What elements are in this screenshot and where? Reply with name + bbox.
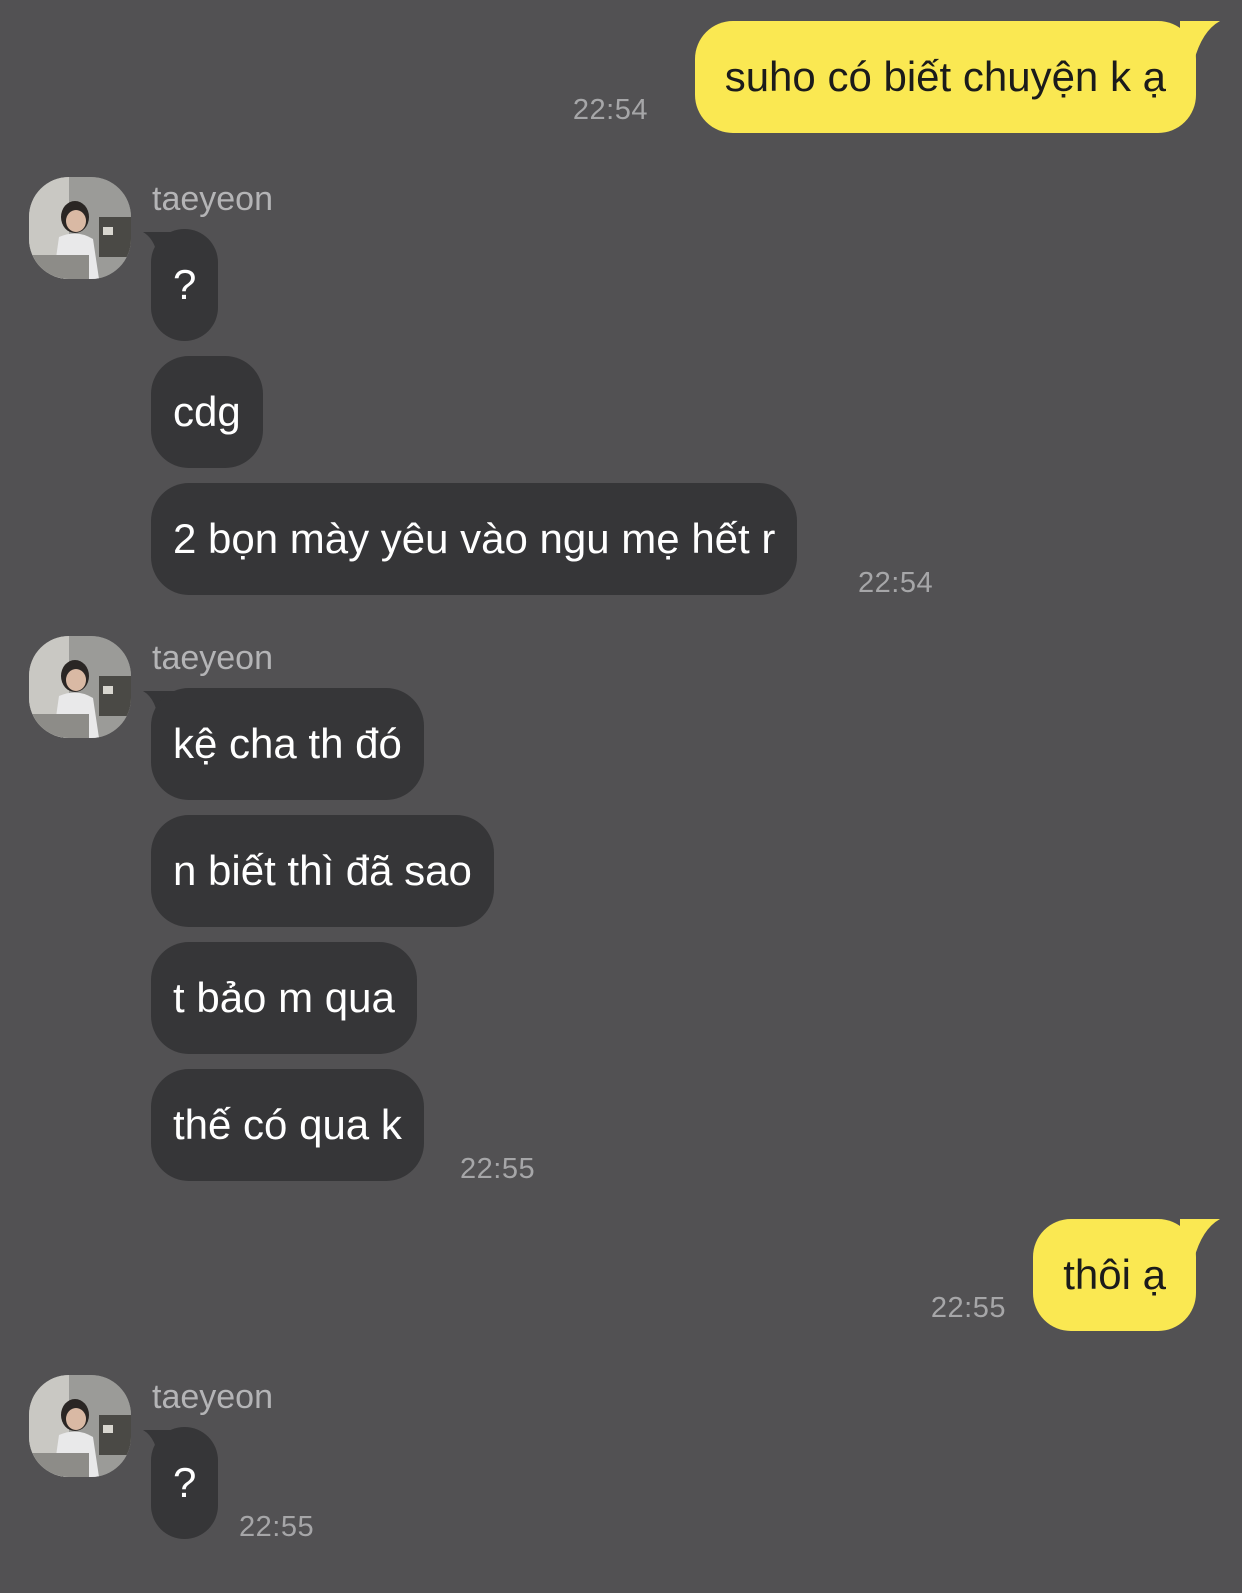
message-timestamp: 22:54 xyxy=(858,567,934,599)
message-timestamp: 22:54 xyxy=(572,94,648,126)
message-text: 2 bọn mày yêu vào ngu mẹ hết r xyxy=(173,515,776,562)
incoming-message-bubble[interactable]: n biết thì đã sao xyxy=(151,815,494,927)
avatar-photo-icon xyxy=(29,1375,131,1477)
avatar[interactable] xyxy=(29,636,131,738)
message-text: kệ cha th đó xyxy=(173,720,402,767)
avatar-photo-icon xyxy=(29,636,131,738)
incoming-message-bubble[interactable]: ? xyxy=(151,1427,219,1539)
incoming-message-bubble[interactable]: t bảo m qua xyxy=(151,942,417,1054)
sender-name: taeyeon xyxy=(152,1378,273,1416)
message-timestamp: 22:55 xyxy=(239,1511,315,1543)
incoming-message-bubble[interactable]: cdg xyxy=(151,356,263,468)
message-text: t bảo m qua xyxy=(173,974,395,1021)
avatar[interactable] xyxy=(29,177,131,279)
avatar[interactable] xyxy=(29,1375,131,1477)
bubble-tail-icon xyxy=(1180,1219,1220,1259)
message-text: ? xyxy=(173,1459,197,1506)
message-text: suho có biết chuyện k ạ xyxy=(724,53,1166,100)
message-text: n biết thì đã sao xyxy=(173,847,472,894)
avatar-photo-icon xyxy=(29,177,131,279)
message-text: cdg xyxy=(173,388,241,435)
sender-name: taeyeon xyxy=(152,180,273,218)
outgoing-message-bubble[interactable]: suho có biết chuyện k ạ xyxy=(694,21,1196,133)
message-timestamp: 22:55 xyxy=(930,1292,1006,1324)
message-timestamp: 22:55 xyxy=(460,1153,536,1185)
incoming-message-bubble[interactable]: thế có qua k xyxy=(151,1069,424,1181)
outgoing-message-bubble[interactable]: thôi ạ xyxy=(1033,1219,1196,1331)
bubble-tail-icon xyxy=(1180,21,1220,61)
message-text: ? xyxy=(173,261,197,308)
message-text: thế có qua k xyxy=(173,1101,402,1148)
sender-name: taeyeon xyxy=(152,639,273,677)
message-text: thôi ạ xyxy=(1063,1251,1166,1298)
incoming-message-bubble[interactable]: kệ cha th đó xyxy=(151,688,424,800)
incoming-message-bubble[interactable]: 2 bọn mày yêu vào ngu mẹ hết r xyxy=(151,483,798,595)
incoming-message-bubble[interactable]: ? xyxy=(151,229,219,341)
